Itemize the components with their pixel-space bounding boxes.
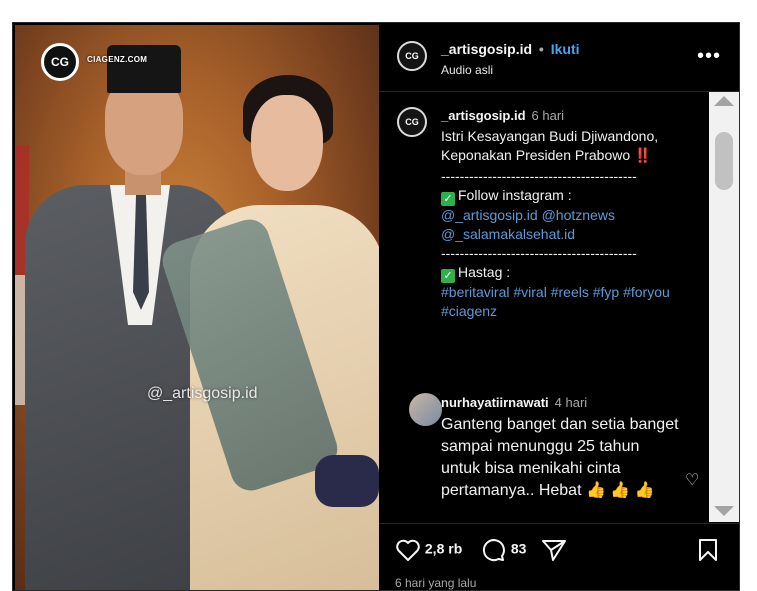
post-header: CG _artisgosip.id • Ikuti Audio asli •••: [379, 23, 739, 92]
comments-scroll-area[interactable]: CG _artisgosip.id 6 hari Istri Kesayangan…: [379, 92, 709, 522]
commenter-username[interactable]: nurhayatiirnawati: [441, 395, 549, 410]
heart-icon[interactable]: [395, 538, 421, 562]
scroll-down-arrow-icon[interactable]: [714, 506, 734, 516]
more-horizontal-icon[interactable]: •••: [697, 45, 721, 68]
caption-title: Istri Kesayangan Budi Djiwandono, Kepona…: [441, 128, 659, 163]
ciagenz-logo-icon: CG: [41, 43, 79, 81]
check-box-icon: ✓: [441, 192, 455, 206]
scroll-up-arrow-icon[interactable]: [714, 96, 734, 106]
post-actions-bar: 2,8 rb 83 6 hari yang lalu: [379, 523, 739, 591]
post-side-panel: CG _artisgosip.id • Ikuti Audio asli •••…: [379, 23, 739, 590]
commenter-avatar[interactable]: [409, 393, 442, 426]
caption-divider-2: ----------------------------------------…: [441, 245, 637, 261]
comment-bubble-icon[interactable]: [481, 538, 507, 562]
comment-action[interactable]: 83: [481, 538, 526, 562]
header-username[interactable]: _artisgosip.id: [441, 41, 532, 57]
follow-label: Follow instagram :: [458, 187, 572, 203]
like-action[interactable]: 2,8 rb: [395, 538, 462, 562]
share-paper-plane-icon[interactable]: [541, 538, 567, 562]
bookmark-icon[interactable]: [697, 538, 719, 562]
scrollbar[interactable]: [709, 92, 739, 522]
audio-link[interactable]: Audio asli: [441, 63, 493, 77]
hashtags[interactable]: #beritaviral #viral #reels #fyp #foryou …: [441, 283, 703, 321]
post-date: 6 hari yang lalu: [395, 576, 477, 590]
follow-button[interactable]: Ikuti: [551, 41, 580, 57]
caption-avatar[interactable]: CG: [397, 107, 427, 137]
caption-time: 6 hari: [531, 108, 565, 123]
like-count: 2,8 rb: [424, 540, 463, 557]
comment-like-heart-icon[interactable]: ♡: [685, 470, 699, 490]
post-caption: _artisgosip.id 6 hari Istri Kesayangan Bu…: [441, 106, 703, 321]
woman-handbag: [315, 455, 379, 507]
man-peci-hat: [107, 45, 181, 93]
post-photo[interactable]: CG CIAGENZ.COM @_artisgosip.id: [15, 25, 379, 590]
comment-count: 83: [510, 540, 527, 557]
share-action[interactable]: [541, 538, 567, 562]
logo-text: CIAGENZ.COM: [87, 55, 148, 64]
post-modal: CG CIAGENZ.COM @_artisgosip.id CG _artis…: [12, 22, 740, 591]
comment-text: Ganteng banget dan setia banget sampai m…: [441, 416, 679, 499]
comment-time: 4 hari: [554, 395, 588, 410]
check-box-icon: ✓: [441, 269, 455, 283]
save-action[interactable]: [697, 538, 719, 562]
separator-dot: •: [538, 41, 544, 57]
woman-face: [251, 95, 323, 191]
hastag-label: Hastag :: [458, 264, 511, 280]
scrollbar-thumb[interactable]: [715, 132, 733, 190]
photo-watermark: @_artisgosip.id: [147, 385, 258, 402]
follow-accounts[interactable]: @_artisgosip.id @hotznews @_salamakalseh…: [441, 206, 703, 244]
double-exclamation-icon: ‼️: [634, 147, 652, 163]
header-username-row: _artisgosip.id • Ikuti: [441, 41, 580, 57]
caption-username[interactable]: _artisgosip.id: [441, 108, 526, 123]
caption-divider-1: ----------------------------------------…: [441, 168, 637, 184]
comment-item: nurhayatiirnawati 4 hari Ganteng banget d…: [441, 392, 679, 502]
account-avatar[interactable]: CG: [397, 41, 427, 71]
